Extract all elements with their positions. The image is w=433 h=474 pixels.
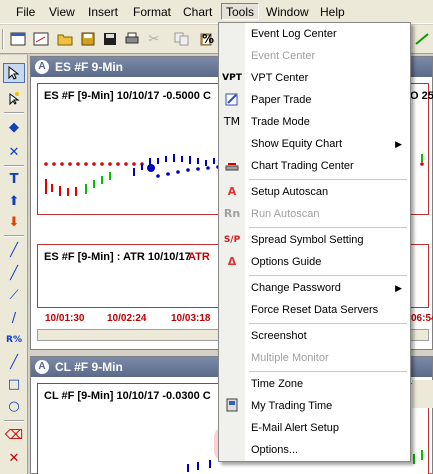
menu-item-force-reset-data-servers[interactable]: Force Reset Data Servers: [219, 299, 410, 321]
menu-item-email-alert-setup[interactable]: E-Mail Alert Setup: [219, 417, 410, 439]
menu-item-my-trading-time[interactable]: My Trading Time: [219, 395, 410, 417]
menu-tools[interactable]: Tools: [221, 3, 260, 20]
toolbar-divider: [4, 165, 24, 167]
trendline-icon[interactable]: ╱: [3, 240, 25, 260]
menu-bar: File View Insert Format Chart Tools Wind…: [0, 0, 433, 24]
arrow-down-icon[interactable]: ⬇: [3, 212, 25, 232]
menu-window[interactable]: Window: [262, 4, 313, 21]
cross-icon[interactable]: ✕: [3, 142, 25, 162]
menu-item-paper-trade[interactable]: Paper Trade: [219, 89, 410, 111]
print-icon[interactable]: [122, 29, 142, 49]
atr-pane-right-label: ATR: [188, 251, 210, 263]
delete-all-icon[interactable]: ✕: [3, 448, 25, 468]
drawing-toolbar: ◆ ✕ T ⬆ ⬇ ╱ ╱ ⟋ / R% ╱ □ ○ ⌫ ✕: [0, 55, 28, 474]
cut-icon[interactable]: ✂: [144, 29, 164, 49]
toolbar-divider: [4, 112, 24, 114]
toolbar-divider: [4, 420, 24, 422]
menu-file[interactable]: File: [12, 4, 39, 21]
menu-item-vpt-center[interactable]: VPT VPT Center: [219, 67, 410, 89]
chart-window-icon: A: [35, 360, 49, 374]
tools-dropdown-menu: Event Log Center Event Center VPT VPT Ce…: [218, 22, 411, 462]
app-window: File View Insert Format Chart Tools Wind…: [0, 0, 433, 474]
time-axis-label: 10/02:24: [107, 313, 147, 324]
menu-item-change-password[interactable]: Change Password ▶: [219, 277, 410, 299]
ellipse-icon[interactable]: ○: [3, 396, 25, 416]
run-autoscan-icon: Rn: [223, 207, 241, 220]
open-folder-icon[interactable]: [55, 29, 75, 49]
dot-icon[interactable]: ◆: [3, 117, 25, 137]
copy-icon[interactable]: [172, 29, 192, 49]
menu-item-event-log-center[interactable]: Event Log Center: [219, 23, 410, 45]
menu-separator: [249, 179, 407, 180]
submenu-arrow-icon: ▶: [395, 139, 402, 149]
spread-icon: S/P: [223, 235, 241, 245]
eraser-icon[interactable]: ⌫: [3, 425, 25, 445]
menu-item-chart-trading-center[interactable]: Chart Trading Center: [219, 155, 410, 177]
time-axis-label: 10/03:18: [171, 313, 211, 324]
chart-title: CL #F 9-Min: [55, 360, 123, 374]
menu-help[interactable]: Help: [316, 4, 349, 21]
menu-item-options[interactable]: Options...: [219, 439, 410, 461]
menu-item-run-autoscan[interactable]: Rn Run Autoscan: [219, 203, 410, 225]
new-chart-icon[interactable]: [8, 29, 28, 49]
menu-separator: [249, 227, 407, 228]
chart-trading-icon: [222, 158, 242, 174]
pointer-icon[interactable]: [3, 63, 25, 83]
save-icon[interactable]: [78, 29, 98, 49]
right-scroll-button[interactable]: [412, 380, 433, 408]
submenu-arrow-icon: ▶: [395, 283, 402, 293]
menu-item-multiple-monitor[interactable]: Multiple Monitor: [219, 347, 410, 369]
menu-format[interactable]: Format: [129, 4, 175, 21]
trading-time-icon: [222, 398, 242, 414]
menu-item-event-center[interactable]: Event Center: [219, 45, 410, 67]
menu-separator: [249, 323, 407, 324]
toolbar-grip: [2, 29, 4, 49]
channel-line-icon[interactable]: /: [3, 308, 25, 328]
vpt-icon: VPT: [222, 73, 242, 83]
toolbar-chart-icon[interactable]: [412, 29, 432, 49]
menu-item-trade-mode[interactable]: TM Trade Mode: [219, 111, 410, 133]
rectangle-icon[interactable]: □: [3, 374, 25, 394]
floppy-save-icon[interactable]: [100, 29, 120, 49]
time-axis-label: 10/01:30: [45, 313, 85, 324]
menu-item-options-guide[interactable]: Δ Options Guide: [219, 251, 410, 273]
menu-insert[interactable]: Insert: [84, 4, 122, 21]
parallel-line-icon[interactable]: ╱: [3, 352, 25, 372]
arrow-up-icon[interactable]: ⬆: [3, 191, 25, 211]
paper-trade-icon: [222, 92, 242, 108]
chart-title: ES #F 9-Min: [55, 60, 124, 74]
menu-view[interactable]: View: [45, 4, 79, 21]
menu-item-time-zone[interactable]: Time Zone: [219, 373, 410, 395]
menu-item-show-equity-chart[interactable]: Show Equity Chart ▶: [219, 133, 410, 155]
percent-retrace-icon[interactable]: R%: [3, 330, 25, 350]
ray-line-icon[interactable]: ╱: [3, 263, 25, 283]
time-axis-label: 06:54: [411, 313, 433, 324]
text-tool-icon[interactable]: T: [3, 169, 25, 189]
menu-chart[interactable]: Chart: [179, 4, 216, 21]
magic-cursor-icon[interactable]: [3, 88, 25, 108]
autoscan-icon: A: [227, 185, 237, 198]
menu-separator: [249, 371, 407, 372]
trade-mode-icon: TM: [223, 115, 241, 128]
extended-line-icon[interactable]: ⟋: [3, 285, 25, 305]
toolbar-divider: [4, 235, 24, 237]
delta-icon: Δ: [227, 255, 237, 268]
new-window-icon[interactable]: [31, 29, 51, 49]
percent-button[interactable]: %: [198, 29, 218, 49]
menu-item-setup-autoscan[interactable]: A Setup Autoscan: [219, 181, 410, 203]
atr-pane-label: ES #F [9-Min] : ATR 10/10/17: [44, 251, 191, 263]
menu-item-spread-symbol-setting[interactable]: S/P Spread Symbol Setting: [219, 229, 410, 251]
menu-item-screenshot[interactable]: Screenshot: [219, 325, 410, 347]
chart-window-icon: A: [35, 60, 49, 74]
menu-separator: [249, 275, 407, 276]
